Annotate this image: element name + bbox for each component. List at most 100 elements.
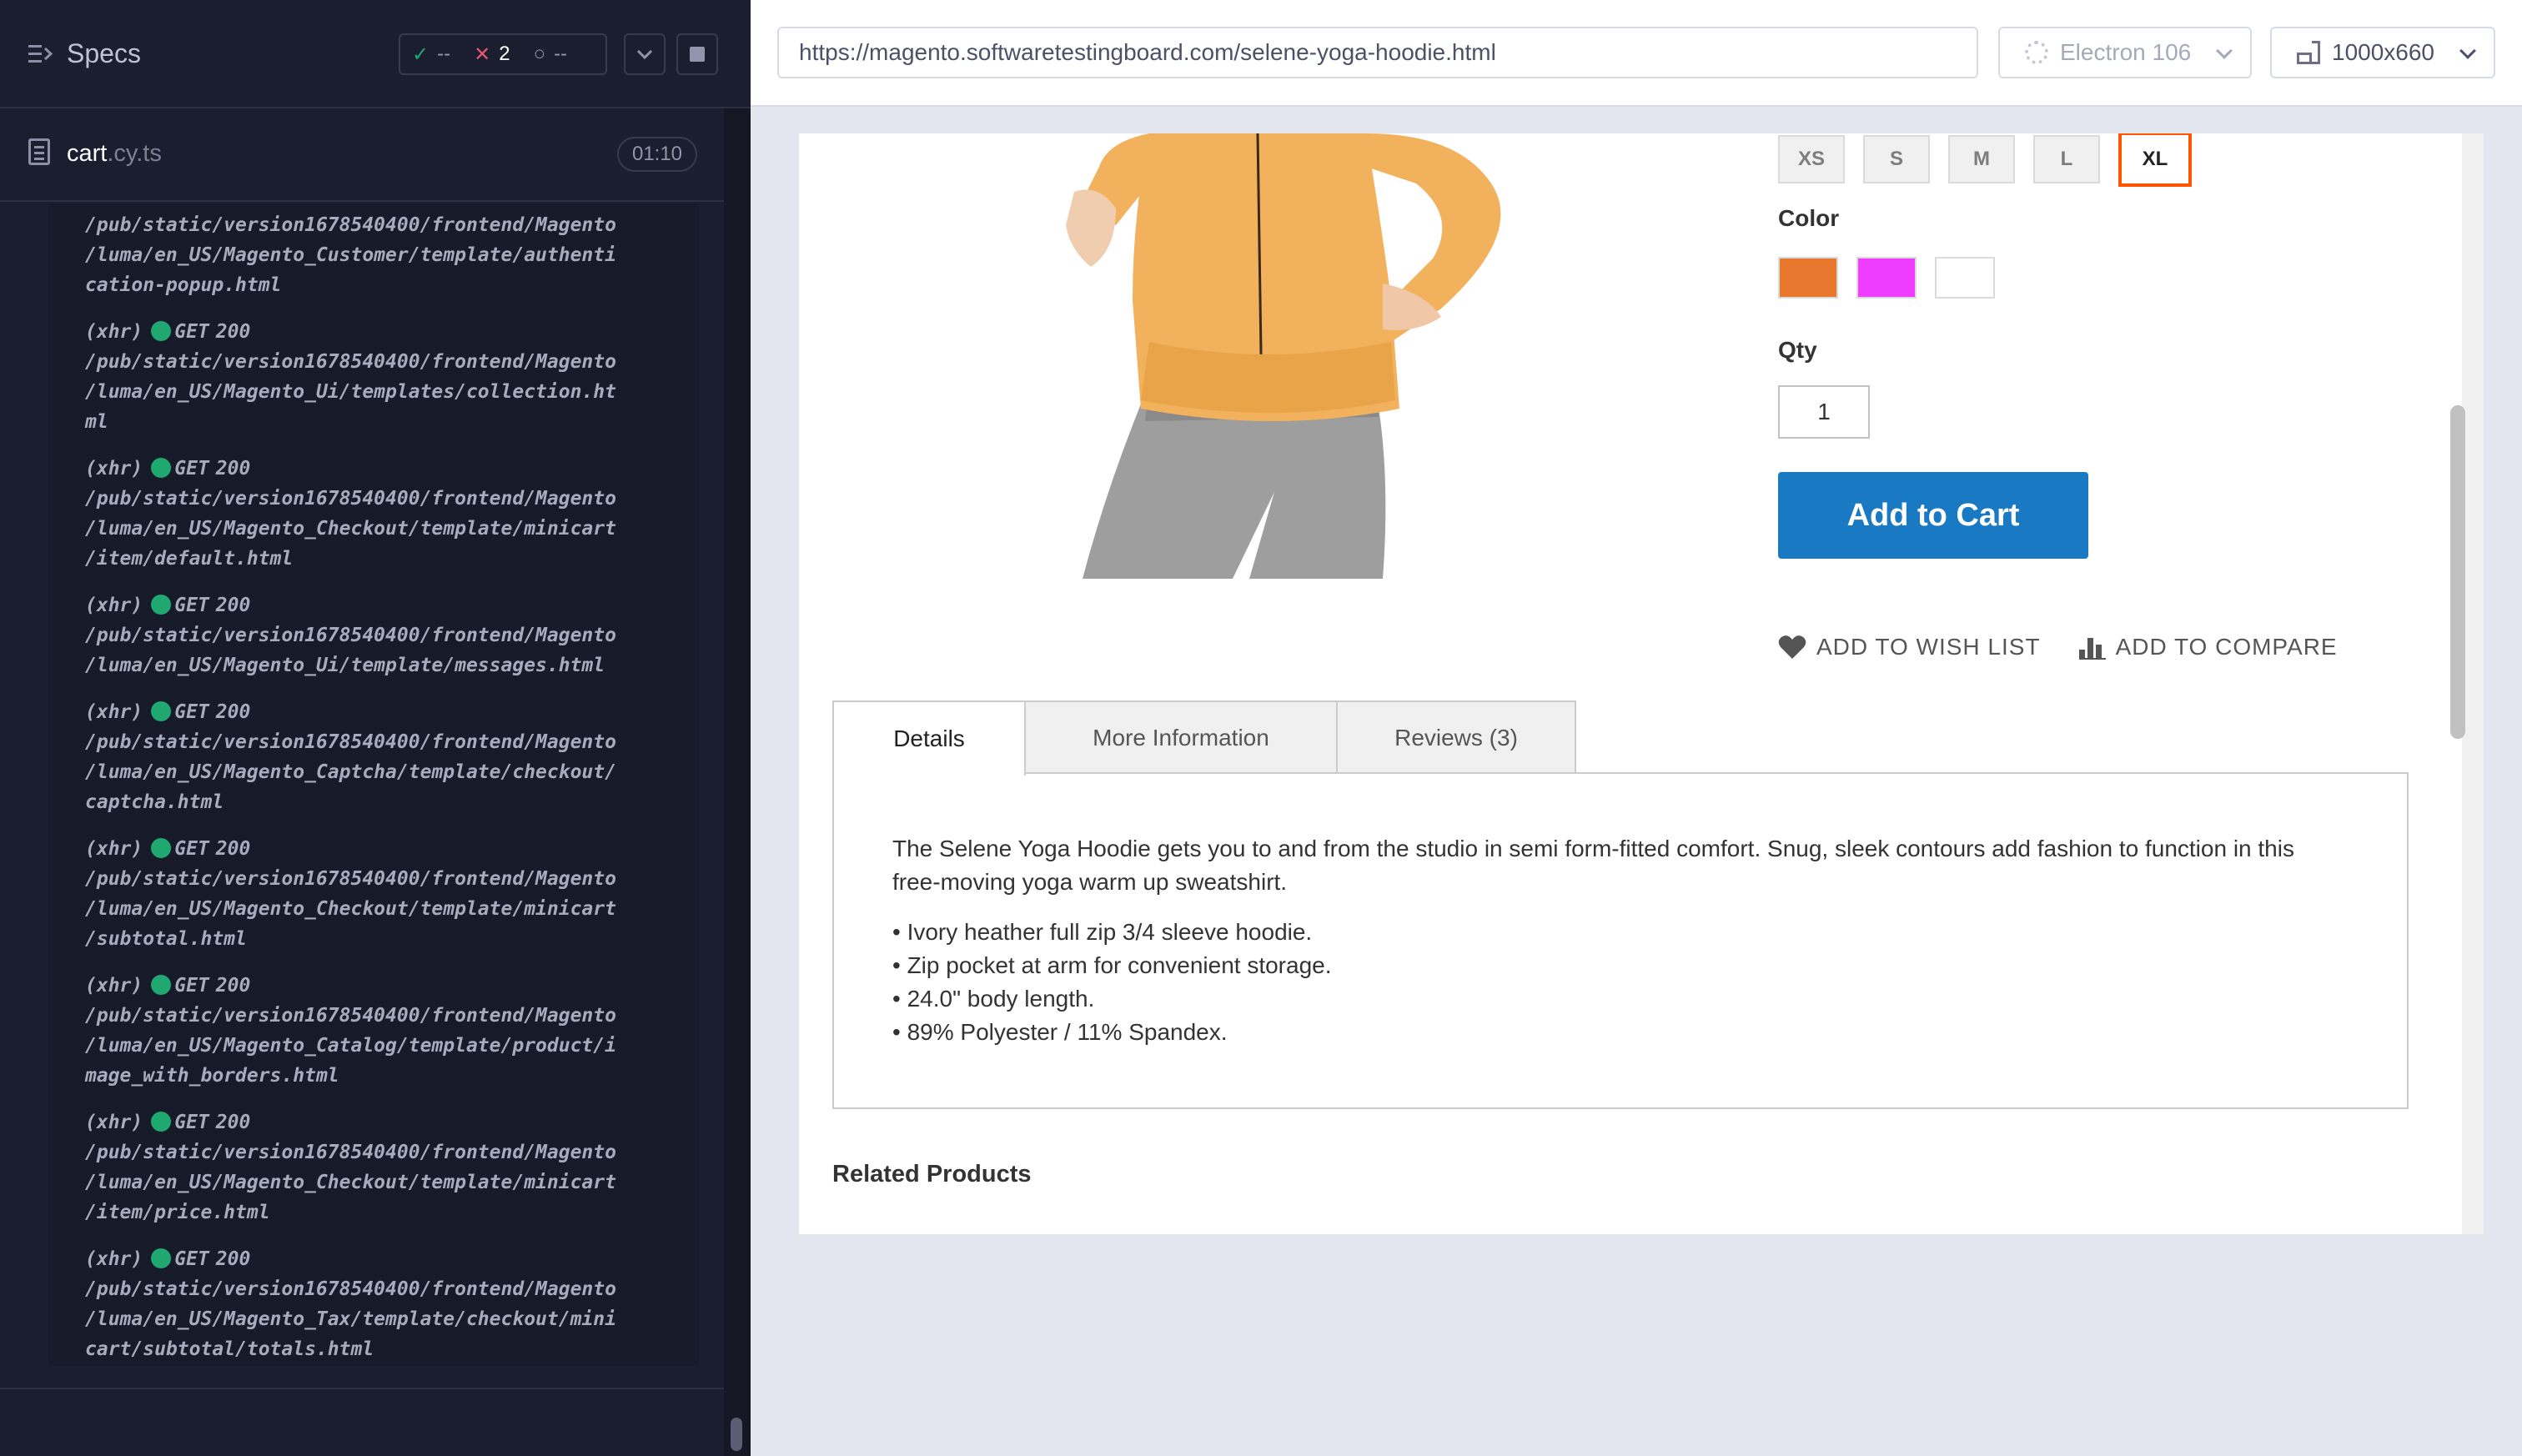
size-option-m[interactable]: M [1948, 135, 2015, 183]
request-path: cart/subtotal/totals.html [85, 1338, 374, 1360]
url-bar[interactable]: https://magento.softwaretestingboard.com… [777, 27, 1978, 78]
color-label: Color [1778, 205, 1840, 231]
request-path: captcha.html [85, 791, 224, 813]
color-swatch[interactable] [1935, 257, 1995, 299]
related-products-title: Related Products [832, 1161, 1032, 1187]
stop-icon [690, 47, 705, 62]
request-status: 200 [215, 1112, 251, 1133]
check-icon: ✓ [412, 43, 430, 66]
viewport-label: 1000x660 [2332, 39, 2435, 65]
test-stats: ✓ -- ✕ 2 ○ -- [399, 33, 607, 75]
add-to-compare-link[interactable]: ADD TO COMPARE [2078, 634, 2338, 660]
size-option-s[interactable]: S [1863, 135, 1930, 183]
aut-toolbar: https://magento.softwaretestingboard.com… [751, 0, 2522, 107]
request-header[interactable]: (xhr) GET 200 [85, 834, 694, 864]
log-line: cation-popup.html [85, 274, 282, 296]
status-dot-icon [151, 321, 172, 341]
request-method: GET [174, 1112, 209, 1133]
heart-icon [1778, 635, 1806, 659]
request-path: /pub/static/version1678540400/frontend/M… [85, 868, 616, 890]
color-swatch[interactable] [1778, 257, 1838, 299]
request-status: 200 [215, 701, 251, 723]
feature-list: • Ivory heather full zip 3/4 sleeve hood… [892, 916, 2349, 1049]
request-path: /pub/static/version1678540400/frontend/M… [85, 488, 616, 510]
add-to-wish-list-link[interactable]: ADD TO WISH LIST [1778, 634, 2041, 660]
request-header[interactable]: (xhr) GET 200 [85, 590, 694, 620]
request-method: GET [174, 838, 209, 860]
status-dot-icon [151, 1112, 172, 1132]
request-path: /pub/static/version1678540400/frontend/M… [85, 625, 616, 646]
request-path: /luma/en_US/Magento_Ui/templates/collect… [85, 381, 616, 403]
compare-label: ADD TO COMPARE [2115, 634, 2338, 660]
color-swatch[interactable] [1856, 257, 1917, 299]
request-type: (xhr) [85, 975, 143, 997]
feature-item: • Ivory heather full zip 3/4 sleeve hood… [892, 919, 1313, 945]
pending-icon: ○ [533, 43, 546, 65]
request-path: /pub/static/version1678540400/frontend/M… [85, 1142, 616, 1163]
aut-scrollbar-thumb[interactable] [2450, 405, 2465, 739]
runner-panel: Specs ✓ -- ✕ 2 ○ -- cart.cy.ts 01:10 /pu… [0, 0, 751, 1456]
product-tabs: Details More Information Reviews (3) [832, 700, 1576, 776]
specs-title[interactable]: Specs [67, 38, 141, 69]
request-status: 200 [215, 838, 251, 860]
request-method: GET [174, 595, 209, 616]
wish-list-label: ADD TO WISH LIST [1816, 634, 2041, 660]
size-options: XS S M L XL [1778, 133, 2192, 187]
size-option-l[interactable]: L [2033, 135, 2100, 183]
color-swatches [1778, 257, 1995, 299]
feature-item: • 89% Polyester / 11% Spandex. [892, 1019, 1228, 1045]
qty-label: Qty [1778, 337, 1817, 363]
request-header[interactable]: (xhr) GET 200 [85, 1107, 694, 1137]
request-header[interactable]: (xhr) GET 200 [85, 1244, 694, 1274]
runner-scrollbar-thumb[interactable] [731, 1418, 742, 1451]
viewport-selector[interactable]: 1000x660 [2270, 27, 2495, 78]
request-type: (xhr) [85, 321, 143, 343]
tab-details[interactable]: Details [832, 700, 1026, 776]
request-header[interactable]: (xhr) GET 200 [85, 697, 694, 727]
request-method: GET [174, 1248, 209, 1270]
feature-item: • 24.0" body length. [892, 986, 1095, 1012]
specs-list-icon[interactable] [28, 43, 53, 65]
request-type: (xhr) [85, 1248, 143, 1270]
app-under-test: XS S M L XL Color Qty 1 Add to Cart ADD TO W… [799, 133, 2467, 1234]
request-header[interactable]: (xhr) GET 200 [85, 454, 694, 484]
browser-label: Electron 106 [2060, 39, 2192, 65]
request-status: 200 [215, 975, 251, 997]
tab-more-information[interactable]: More Information [1024, 700, 1338, 774]
request-path: /pub/static/version1678540400/frontend/M… [85, 731, 616, 753]
qty-input[interactable]: 1 [1778, 385, 1870, 439]
request-path: /luma/en_US/Magento_Checkout/template/mi… [85, 1172, 616, 1193]
request-header[interactable]: (xhr) GET 200 [85, 971, 694, 1001]
stop-button[interactable] [676, 33, 718, 75]
status-dot-icon [151, 595, 172, 615]
tab-reviews[interactable]: Reviews (3) [1336, 700, 1576, 774]
passed-stat: ✓ -- [400, 35, 462, 73]
request-type: (xhr) [85, 458, 143, 479]
request-type: (xhr) [85, 595, 143, 616]
browser-selector[interactable]: Electron 106 [1998, 27, 2252, 78]
request-status: 200 [215, 595, 251, 616]
browser-icon [2025, 41, 2048, 64]
chevron-down-icon [636, 49, 653, 59]
request-path: /item/default.html [85, 548, 294, 570]
add-to-cart-button[interactable]: Add to Cart [1778, 472, 2088, 559]
x-icon: ✕ [474, 43, 491, 66]
request-method: GET [174, 975, 209, 997]
chevron-down-button[interactable] [624, 33, 666, 75]
feature-item: • Zip pocket at arm for convenient stora… [892, 952, 1332, 978]
failed-stat: ✕ 2 [462, 35, 521, 73]
status-dot-icon [151, 458, 172, 478]
spec-file-row[interactable]: cart.cy.ts 01:10 [0, 110, 724, 202]
product-image [1066, 133, 1501, 579]
viewport-icon [2297, 41, 2320, 64]
request-header[interactable]: (xhr) GET 200 [85, 317, 694, 347]
request-type: (xhr) [85, 701, 143, 723]
request-status: 200 [215, 321, 251, 343]
runner-scrollbar-track[interactable] [724, 108, 751, 1456]
spec-duration: 01:10 [617, 137, 697, 172]
passed-count: -- [437, 43, 451, 65]
spec-file-name: cart.cy.ts [67, 140, 162, 168]
size-option-xs[interactable]: XS [1778, 135, 1845, 183]
request-path: /luma/en_US/Magento_Tax/template/checkou… [85, 1308, 616, 1330]
size-option-xl[interactable]: XL [2118, 133, 2192, 187]
